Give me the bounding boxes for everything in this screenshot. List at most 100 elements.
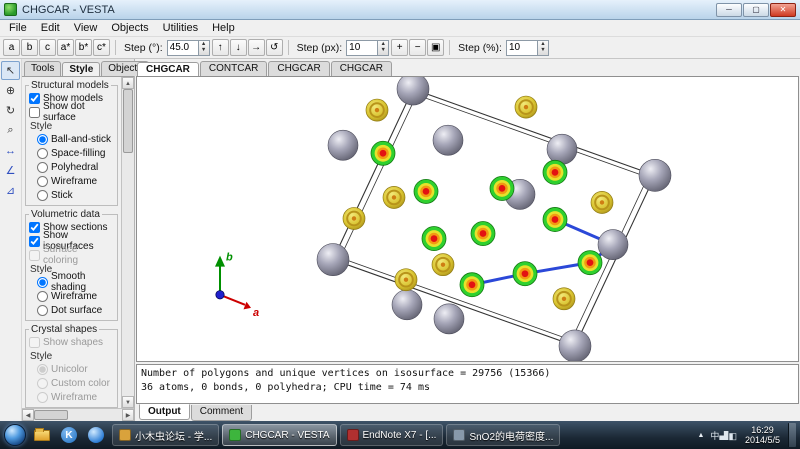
atom-yellow[interactable]	[365, 98, 389, 122]
close-button[interactable]: ✕	[770, 2, 796, 17]
atom-gray[interactable]	[327, 129, 359, 161]
atom-green[interactable]	[421, 226, 447, 252]
menu-edit[interactable]: Edit	[34, 21, 67, 35]
view-axis-c-button[interactable]: c	[39, 39, 56, 56]
taskbar-button-endnote-x7[interactable]: EndNote X7 - [...	[339, 424, 444, 446]
explorer-icon[interactable]	[30, 424, 54, 446]
translate-tool-icon[interactable]: ⊕	[1, 81, 20, 100]
rotate-ccw-button[interactable]: ↺	[265, 39, 283, 56]
render-area[interactable]: b a	[136, 76, 799, 362]
menu-objects[interactable]: Objects	[104, 21, 155, 35]
atom-yellow[interactable]	[431, 253, 455, 277]
atom-gray[interactable]	[316, 243, 350, 277]
view-axis-c-button[interactable]: c*	[93, 39, 110, 56]
distance-tool-icon[interactable]: ↔	[1, 141, 20, 160]
radio-stick[interactable]: Stick	[37, 188, 115, 202]
view-axis-b-button[interactable]: b	[21, 39, 38, 56]
step-deg-spin-arrows[interactable]: ▲ ▼	[198, 39, 210, 56]
radio-input[interactable]	[37, 276, 48, 288]
scrollbar-thumb[interactable]	[123, 89, 133, 153]
scroll-right-icon[interactable]: ▶	[122, 409, 134, 421]
radio-ball-and-stick[interactable]: Ball-and-stick	[37, 132, 115, 146]
scroll-up-icon[interactable]: ▲	[122, 77, 134, 89]
checkbox-input[interactable]	[29, 235, 40, 247]
step-deg-input[interactable]	[166, 39, 199, 56]
radio-input[interactable]	[37, 304, 48, 316]
scrollbar-thumb[interactable]	[34, 410, 68, 420]
view-axis-b-button[interactable]: b*	[75, 39, 92, 56]
fit-view-button[interactable]: ▣	[427, 39, 445, 56]
atom-gray[interactable]	[396, 77, 430, 106]
atom-green[interactable]	[542, 207, 568, 232]
step-pct-input[interactable]	[505, 39, 538, 56]
radio-input[interactable]	[37, 161, 48, 173]
log-tab-comment[interactable]: Comment	[190, 405, 253, 421]
log-tab-output[interactable]: Output	[139, 404, 190, 420]
zoom-in-button[interactable]: +	[391, 39, 409, 56]
radio-space-filling[interactable]: Space-filling	[37, 146, 115, 160]
radio-wireframe[interactable]: Wireframe	[37, 174, 115, 188]
atom-gray[interactable]	[558, 329, 592, 361]
sidebar-vertical-scrollbar[interactable]: ▲ ▼	[121, 77, 134, 408]
atom-yellow[interactable]	[552, 287, 576, 311]
menu-file[interactable]: File	[2, 21, 34, 35]
rotate-down-button[interactable]: ↓	[229, 39, 247, 56]
structure-viewport[interactable]: b a	[137, 77, 798, 361]
dihedral-tool-icon[interactable]: ⊿	[1, 181, 20, 200]
checkbox-show-dot-surface[interactable]: Show dot surface	[29, 101, 115, 123]
kugou-icon[interactable]: K	[57, 424, 81, 446]
scroll-down-icon[interactable]: ▼	[122, 396, 134, 408]
atom-gray[interactable]	[433, 303, 465, 335]
radio-input[interactable]	[37, 175, 48, 187]
angle-tool-icon[interactable]: ∠	[1, 161, 20, 180]
step-px-spin-arrows[interactable]: ▲ ▼	[378, 39, 390, 56]
doc-tab-chgcar-3[interactable]: CHGCAR	[330, 61, 393, 76]
doc-tab-contcar-1[interactable]: CONTCAR	[199, 61, 268, 76]
step-px-input[interactable]	[346, 39, 379, 56]
radio-input[interactable]	[37, 290, 48, 302]
menu-help[interactable]: Help	[205, 21, 242, 35]
scroll-left-icon[interactable]: ◀	[22, 409, 34, 421]
select-tool-icon[interactable]: ↖	[1, 61, 20, 80]
volume-icon[interactable]: ◧	[728, 431, 737, 441]
atom-gray[interactable]	[391, 289, 423, 321]
atom-green[interactable]	[577, 250, 603, 276]
atom-yellow[interactable]	[342, 207, 366, 230]
sidebar-horizontal-scrollbar[interactable]: ◀ ▶	[22, 408, 134, 421]
taskbar-button-item[interactable]: 小木虫论坛 - 学...	[112, 424, 220, 446]
menu-utilities[interactable]: Utilities	[156, 21, 205, 35]
rotate-right-button[interactable]: →	[247, 39, 265, 56]
tray-expand-icon[interactable]: ▲	[695, 432, 706, 439]
minimize-button[interactable]: ─	[716, 2, 742, 17]
atom-gray[interactable]	[597, 229, 629, 260]
atom-green[interactable]	[470, 221, 496, 246]
atom-green[interactable]	[542, 159, 568, 185]
start-button[interactable]	[4, 424, 26, 446]
atom-yellow[interactable]	[394, 268, 418, 292]
radio-input[interactable]	[37, 147, 48, 159]
radio-input[interactable]	[37, 189, 48, 201]
show-desktop-button[interactable]	[788, 423, 796, 447]
doc-tab-chgcar-0[interactable]: CHGCAR	[137, 62, 199, 77]
checkbox-input[interactable]	[29, 92, 40, 104]
magnify-tool-icon[interactable]: ⌕	[1, 121, 20, 140]
radio-smooth-shading[interactable]: Smooth shading	[37, 271, 115, 293]
atom-green[interactable]	[489, 175, 515, 201]
rotate-up-button[interactable]: ↑	[211, 39, 229, 56]
atom-gray[interactable]	[546, 133, 578, 165]
atom-yellow[interactable]	[514, 95, 538, 119]
atom-green[interactable]	[413, 178, 439, 204]
atom-gray[interactable]	[638, 158, 672, 192]
menu-view[interactable]: View	[67, 21, 105, 35]
taskbar-button-sno2[interactable]: SnO2的电荷密度...	[446, 424, 561, 446]
atom-yellow[interactable]	[590, 191, 614, 214]
maximize-button[interactable]: ▢	[743, 2, 769, 17]
browser-icon[interactable]	[84, 424, 108, 446]
checkbox-input[interactable]	[29, 221, 40, 233]
view-axis-a-button[interactable]: a	[3, 39, 20, 56]
sidebar-tab-style[interactable]: Style	[62, 62, 101, 77]
atom-green[interactable]	[370, 140, 396, 166]
doc-tab-chgcar-2[interactable]: CHGCAR	[268, 61, 330, 76]
radio-dot-surface[interactable]: Dot surface	[37, 303, 115, 317]
radio-input[interactable]	[37, 133, 48, 145]
